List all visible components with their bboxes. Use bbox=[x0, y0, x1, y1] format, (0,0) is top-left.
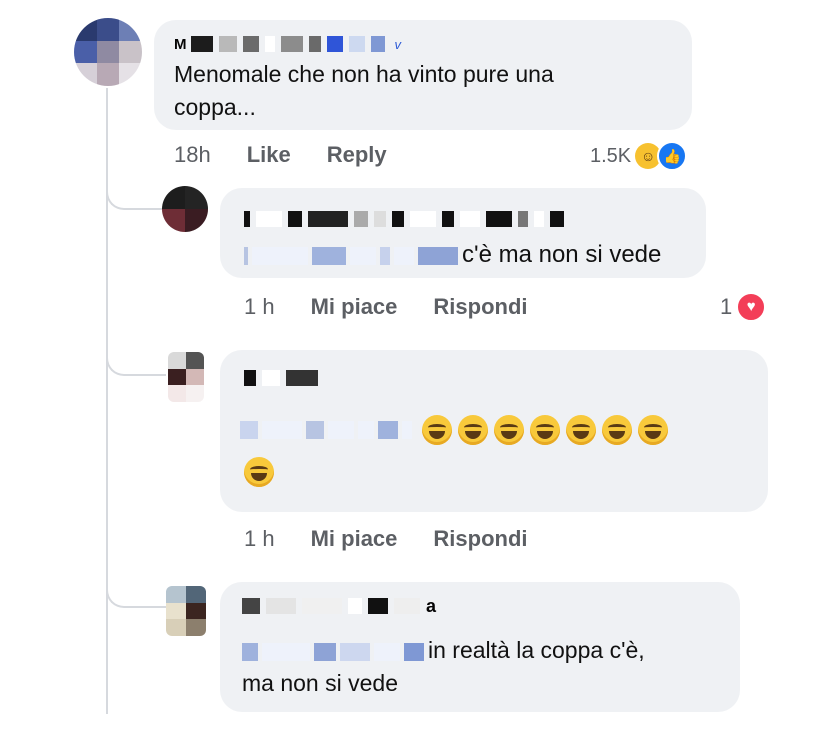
author-suffix: a bbox=[426, 595, 437, 616]
reply-connector bbox=[106, 580, 166, 608]
comment-text: in realtà la coppa c'è, ma non si vede bbox=[242, 637, 645, 696]
reaction-summary[interactable]: 1.5K ☺ 👍 bbox=[590, 141, 688, 171]
avatar[interactable] bbox=[166, 586, 206, 636]
comment-actions: 1 h Mi piace Rispondi bbox=[244, 294, 528, 320]
comment-actions: 18h Like Reply bbox=[174, 142, 387, 168]
like-icon: 👍 bbox=[657, 141, 688, 171]
timestamp[interactable]: 1 h bbox=[244, 526, 275, 552]
avatar[interactable] bbox=[74, 18, 142, 86]
reply-button[interactable]: Rispondi bbox=[433, 294, 527, 320]
comment-text: c'è ma non si vede bbox=[244, 238, 661, 271]
verified-badge: v bbox=[394, 36, 402, 52]
blurred-mention bbox=[240, 420, 412, 439]
blurred-mention bbox=[244, 246, 458, 265]
laugh-emojis bbox=[422, 414, 672, 445]
laughing-emoji-icon bbox=[566, 414, 597, 445]
avatar[interactable] bbox=[162, 186, 208, 232]
laughing-emoji-icon bbox=[530, 414, 561, 445]
comment-actions: 1 h Mi piace Rispondi bbox=[244, 526, 528, 552]
comment-text bbox=[240, 412, 750, 496]
reaction-count: 1.5K bbox=[590, 144, 632, 167]
author-initial: M bbox=[174, 35, 187, 53]
timestamp[interactable]: 1 h bbox=[244, 294, 275, 320]
laughing-emoji-icon bbox=[494, 414, 525, 445]
timestamp[interactable]: 18h bbox=[174, 142, 211, 168]
author-name-blurred[interactable] bbox=[244, 211, 564, 227]
reply-button[interactable]: Reply bbox=[327, 142, 387, 168]
like-button[interactable]: Like bbox=[247, 142, 291, 168]
love-icon: ♥ bbox=[736, 292, 767, 322]
reaction-summary[interactable]: 1 ♥ bbox=[720, 292, 767, 322]
author-name-blurred[interactable] bbox=[244, 370, 318, 386]
like-button[interactable]: Mi piace bbox=[311, 294, 398, 320]
laughing-emoji-icon bbox=[458, 414, 489, 445]
reaction-count: 1 bbox=[720, 294, 733, 319]
avatar[interactable] bbox=[168, 352, 204, 402]
laughing-emoji-icon bbox=[244, 457, 274, 487]
reply-connector bbox=[106, 348, 166, 376]
reply-button[interactable]: Rispondi bbox=[433, 526, 527, 552]
laughing-emoji-icon bbox=[638, 414, 669, 445]
like-button[interactable]: Mi piace bbox=[311, 526, 398, 552]
author-name-blurred[interactable]: a bbox=[242, 595, 437, 616]
laughing-emoji-icon bbox=[422, 414, 453, 445]
reply-connector bbox=[106, 182, 166, 210]
comment-text: Menomale che non ha vinto pure una coppa… bbox=[174, 61, 554, 120]
laughing-emoji-icon bbox=[602, 414, 633, 445]
author-name-blurred[interactable]: M v bbox=[174, 35, 402, 53]
blurred-mention bbox=[242, 642, 424, 661]
